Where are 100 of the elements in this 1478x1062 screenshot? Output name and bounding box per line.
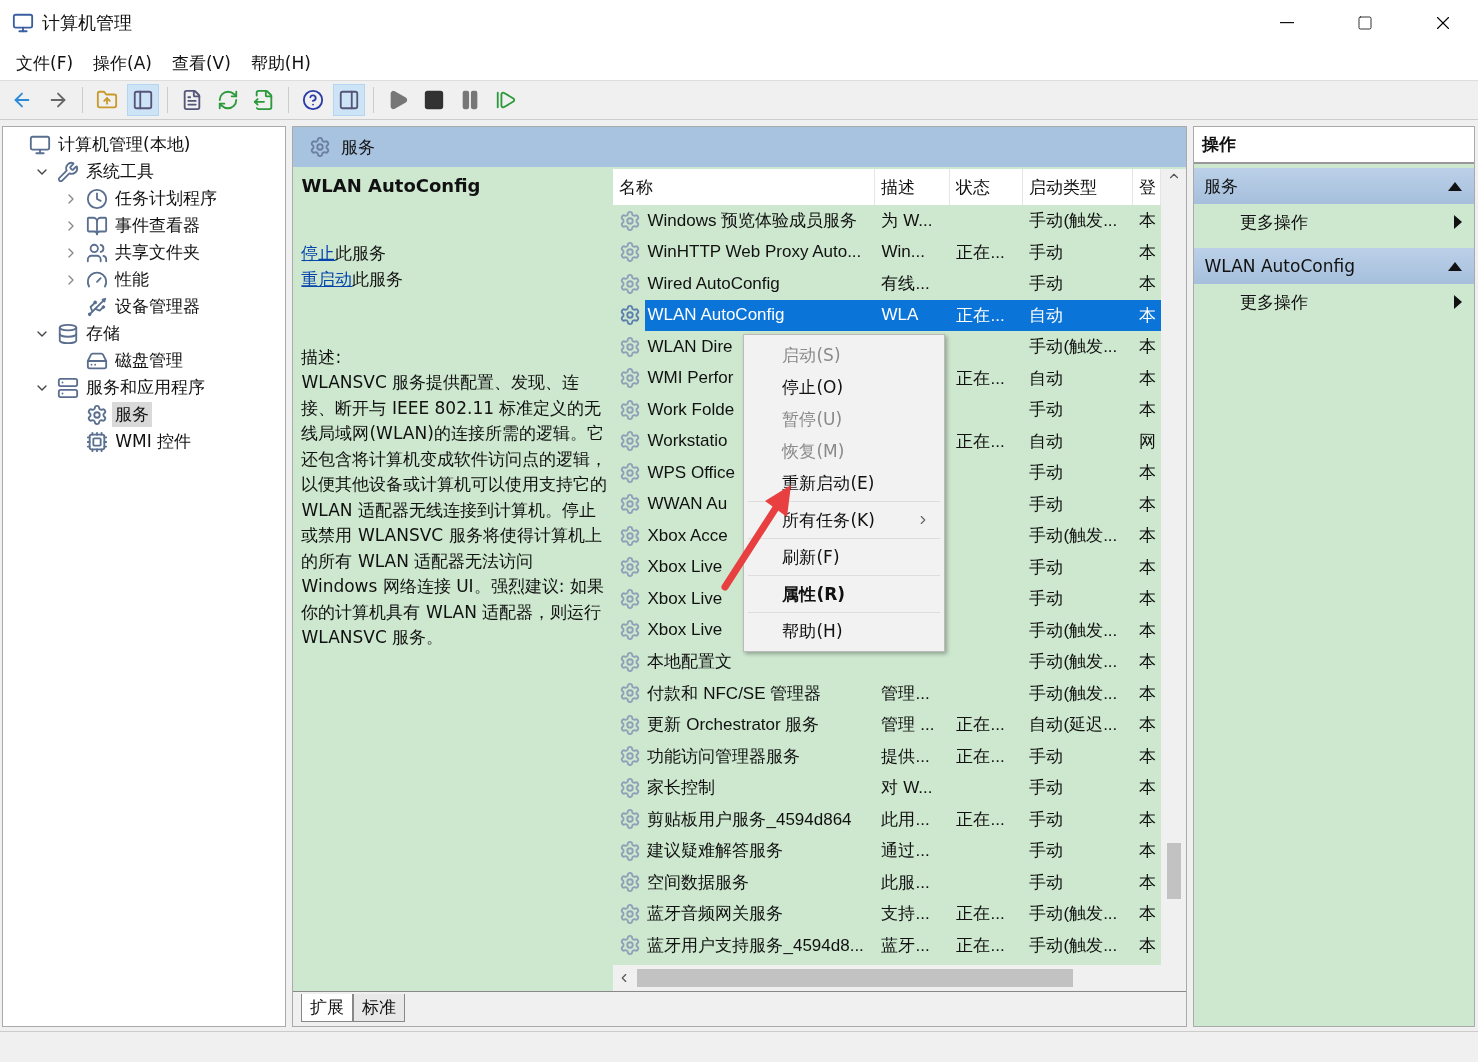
service-name[interactable]: 空间数据服务 — [645, 866, 752, 898]
service-name[interactable]: WMI Perfor — [645, 362, 736, 394]
tree-item[interactable]: 系统工具 — [83, 159, 158, 184]
service-name[interactable]: WPS Office — [645, 457, 738, 489]
tree-node-icon — [57, 376, 80, 399]
section-header[interactable]: 服务 — [1194, 168, 1474, 204]
tree-item[interactable]: 任务计划程序 — [112, 186, 221, 211]
description-text: WLANSVC 服务提供配置、发现、连接、断开与 IEEE 802.11 标准定义的无线局域网(WLAN)的连接所需的逻辑。它还包含将计算机变成软件访问点的逻辑，以便其他设备或计算机可以使用支持它的 WLAN 适配器无线连接到计算机。停止或禁用 WLANSVC 服务将使得计算机上的所有 WLAN 适配器无法访问 Windows 网络连接 UI。强烈建议: 如果你的计算机具有 WLAN 适配器，则运行 WLANSVC 服务。 — [301, 371, 608, 649]
collapse-icon[interactable] — [1448, 261, 1462, 271]
tree-item[interactable]: 性能 — [112, 267, 153, 292]
column-header[interactable]: 描述 — [875, 169, 951, 205]
view-tab[interactable]: 扩展 — [301, 994, 354, 1022]
service-name[interactable]: WLAN Dire — [645, 331, 735, 363]
service-name[interactable]: 蓝牙音频网关服务 — [645, 898, 786, 930]
properties-icon — [181, 89, 203, 111]
tree-item[interactable]: 设备管理器 — [112, 294, 204, 319]
table-cell-text: 正在... — [955, 903, 1006, 926]
gear-icon — [619, 776, 642, 799]
table-cell-text: 提供... — [880, 745, 931, 768]
table-cell-text: 本 — [1138, 241, 1158, 264]
table-cell: WLA — [875, 299, 951, 331]
service-name[interactable]: 蓝牙用户支持服务_4594d8... — [645, 929, 866, 961]
context-menu-item[interactable]: 所有任务(K) — [748, 504, 941, 536]
table-cell-text: 手动 — [1028, 871, 1065, 894]
menu-item[interactable]: 操作(A) — [83, 49, 162, 77]
service-name[interactable]: 建议疑难解答服务 — [645, 835, 786, 867]
table-cell-text: 正在... — [955, 714, 1006, 737]
service-name[interactable]: WLAN AutoConfig — [645, 299, 876, 331]
tree-item[interactable]: 共享文件夹 — [112, 240, 204, 265]
column-header[interactable]: 状态 — [950, 169, 1024, 205]
menu-item[interactable]: 文件(F) — [6, 49, 84, 77]
scrollbar-thumb[interactable] — [1167, 843, 1181, 899]
description-label: 描述: — [301, 346, 343, 369]
gear-icon — [619, 650, 642, 673]
gear-icon — [619, 934, 642, 957]
table-cell-text: 手动(触发... — [1028, 210, 1119, 233]
tree-item[interactable]: 存储 — [83, 321, 124, 346]
maximize-icon — [1357, 15, 1373, 31]
service-name[interactable]: WWAN Au — [645, 488, 730, 520]
table-cell-text: 本 — [1138, 336, 1158, 359]
context-menu-item[interactable]: 停止(O) — [748, 371, 941, 403]
service-name[interactable]: WinHTTP Web Proxy Auto... — [645, 236, 864, 268]
horizontal-scrollbar[interactable] — [613, 965, 1187, 991]
service-name[interactable]: Xbox Acce — [645, 520, 730, 552]
table-cell-text: 管理 ... — [880, 714, 936, 737]
service-name[interactable]: Workstatio — [645, 425, 730, 457]
table-cell-text: 手动 — [1028, 808, 1065, 831]
table-cell-text: 手动(触发... — [1028, 682, 1119, 705]
table-cell: 正在... — [950, 299, 1024, 331]
gear-icon — [619, 808, 642, 831]
service-name[interactable]: 付款和 NFC/SE 管理器 — [645, 677, 824, 709]
service-name[interactable]: 本地配置文 — [645, 646, 735, 678]
vertical-scrollbar[interactable] — [1161, 169, 1187, 965]
toolbar-button[interactable] — [127, 84, 159, 116]
table-cell-text: 本 — [1138, 619, 1158, 642]
action-link[interactable]: 重启动 — [301, 269, 353, 289]
service-name[interactable]: Xbox Live — [645, 614, 725, 646]
service-name[interactable]: 剪贴板用户服务_4594d864 — [645, 803, 854, 835]
service-name[interactable]: Windows 预览体验成员服务 — [645, 205, 860, 237]
tree-node-icon — [86, 403, 109, 426]
service-name[interactable]: 功能访问管理器服务 — [645, 740, 803, 772]
tree-node-icon — [57, 322, 80, 345]
table-cell-text: 本 — [1138, 840, 1158, 863]
service-name[interactable]: Xbox Live — [645, 551, 725, 583]
section-header[interactable]: WLAN AutoConfig — [1194, 248, 1474, 284]
column-header[interactable]: 启动类型 — [1023, 169, 1134, 205]
actions-title: 操作 — [1194, 127, 1474, 164]
tree-item[interactable]: 磁盘管理 — [112, 348, 187, 373]
tree-item[interactable]: 计算机管理(本地) — [55, 132, 194, 157]
table-cell-text: 本 — [1138, 871, 1158, 894]
tree-item[interactable]: 服务和应用程序 — [83, 375, 209, 400]
tree-item[interactable]: WMI 控件 — [112, 429, 195, 454]
table-cell-text: 对 W... — [880, 777, 934, 800]
table-cell-text: 手动 — [1028, 777, 1065, 800]
column-header[interactable]: 名称 — [613, 169, 876, 205]
table-cell-text: 手动(触发... — [1028, 903, 1119, 926]
context-menu-item[interactable]: 刷新(F) — [748, 541, 941, 573]
menu-item[interactable]: 帮助(H) — [240, 49, 321, 77]
tree-item[interactable]: 服务 — [112, 402, 153, 427]
service-name[interactable]: Xbox Live — [645, 583, 725, 615]
table-cell-text: 此服... — [880, 871, 931, 894]
service-name[interactable]: 更新 Orchestrator 服务 — [645, 709, 822, 741]
table-cell-text: 本 — [1138, 714, 1158, 737]
context-menu-item[interactable]: 帮助(H) — [748, 615, 941, 647]
view-tab[interactable]: 标准 — [353, 994, 406, 1022]
service-name[interactable]: Work Folde — [645, 394, 737, 426]
collapse-icon[interactable] — [1448, 181, 1462, 191]
service-name[interactable]: Wired AutoConfig — [645, 268, 782, 300]
action-link[interactable]: 停止 — [301, 243, 336, 263]
toolbar-button[interactable] — [333, 84, 365, 116]
action-item[interactable]: 更多操作 — [1194, 284, 1474, 320]
tree-item[interactable]: 事件查看器 — [112, 213, 204, 238]
action-item[interactable]: 更多操作 — [1194, 204, 1474, 240]
table-cell-text: 支持... — [880, 903, 931, 926]
menu-item[interactable]: 查看(V) — [161, 49, 241, 77]
minimize-icon — [1280, 22, 1294, 24]
tree-node-icon — [86, 430, 109, 453]
service-name[interactable]: 家长控制 — [645, 772, 718, 804]
context-menu-item[interactable]: 属性(R) — [748, 578, 941, 610]
table-cell-text: Win... — [880, 241, 926, 264]
